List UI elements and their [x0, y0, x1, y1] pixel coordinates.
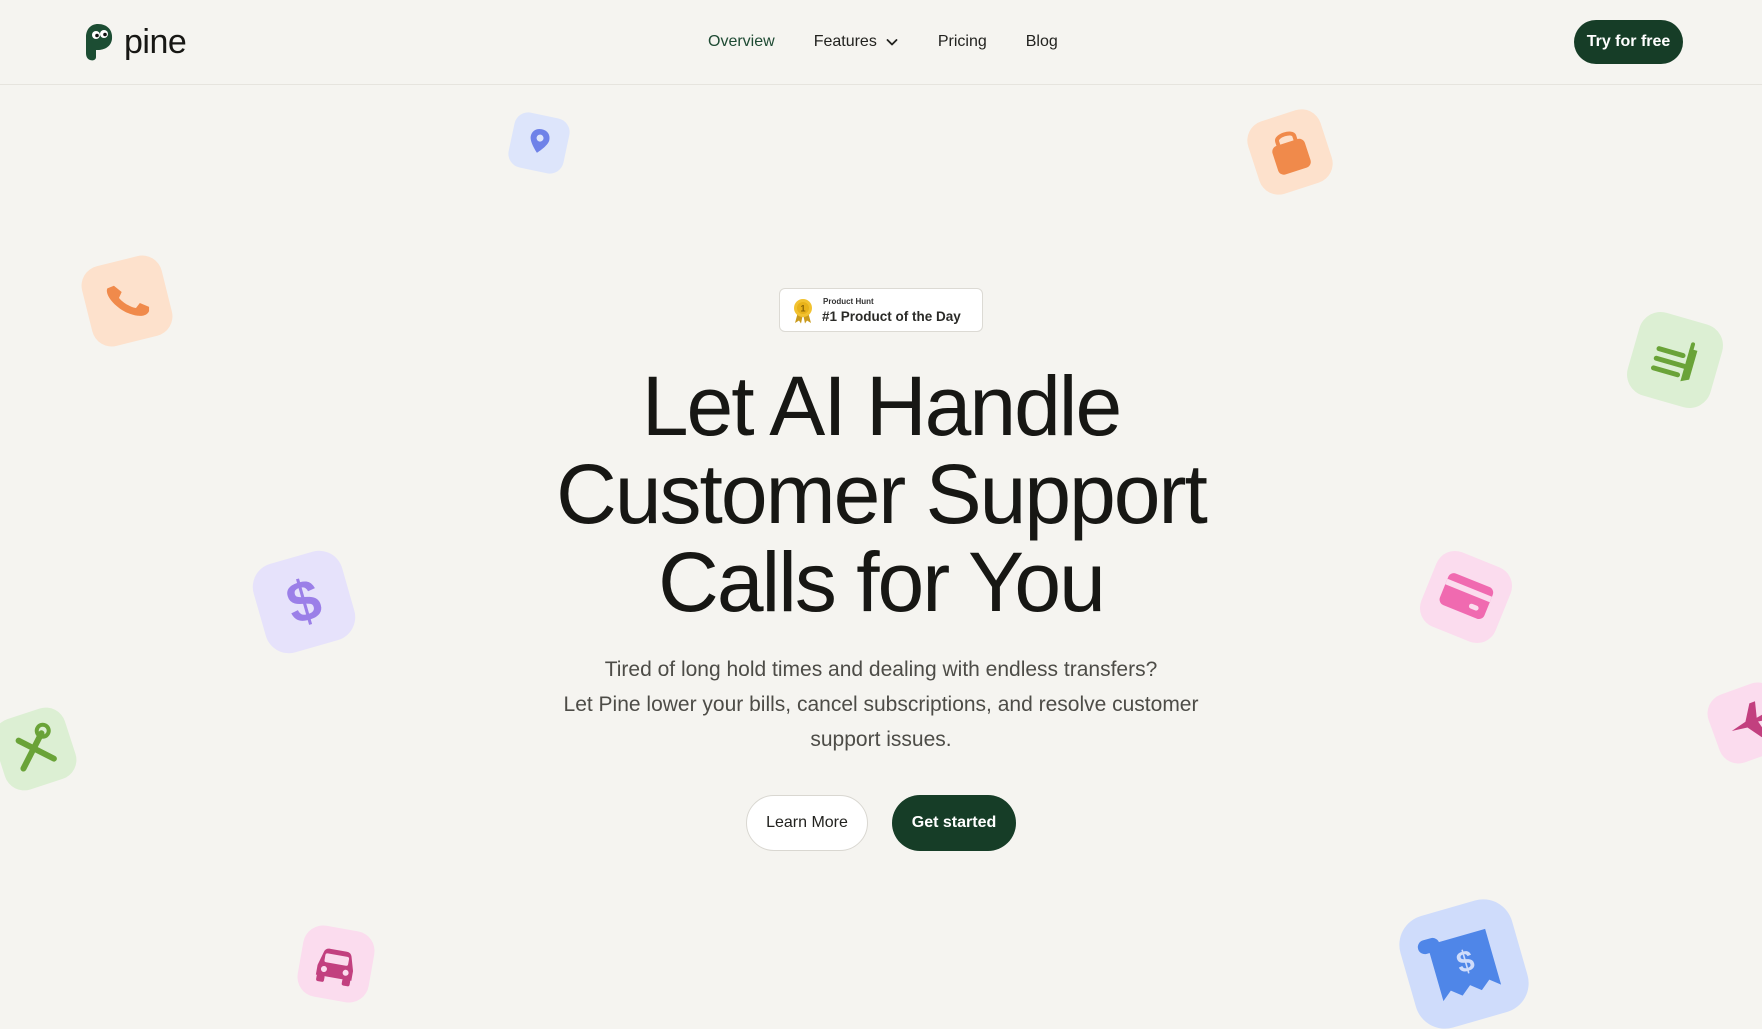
car-icon [297, 925, 375, 1003]
credit-card-tile [1414, 545, 1518, 649]
shopping-bag-tile [1242, 104, 1338, 200]
main-nav: Overview Features Pricing Blog [708, 30, 1058, 54]
badge-title: #1 Product of the Day [822, 309, 961, 324]
svg-text:1: 1 [800, 304, 805, 314]
subtext-line: Let Pine lower your bills, cancel subscr… [563, 693, 1199, 716]
nav-blog-label: Blog [1025, 33, 1058, 50]
chevron-down-icon [886, 39, 898, 46]
phone-tile [76, 250, 178, 352]
headline-line: Customer Support [556, 447, 1208, 541]
dollar-icon: $ [252, 550, 356, 654]
headline-line: Let AI Handle [641, 359, 1122, 453]
hero-headline: Let AI Handle Customer Support Calls for… [381, 362, 1381, 626]
badge-source: Product Hunt [823, 297, 874, 306]
airplane-tile [1700, 675, 1762, 771]
phone-icon [81, 255, 173, 347]
nav-overview[interactable]: Overview [708, 30, 775, 54]
pine-logo-icon [86, 24, 113, 61]
car-tile [292, 920, 380, 1008]
get-started-button[interactable]: Get started [892, 795, 1016, 851]
credit-card-icon [1419, 550, 1513, 644]
shopping-bag-icon [1247, 109, 1333, 195]
dollar-tile: $ [244, 542, 364, 662]
tools-tile [0, 700, 84, 798]
product-hunt-badge[interactable]: 1 Product Hunt #1 Product of the Day [779, 288, 983, 332]
try-for-free-button[interactable]: Try for free [1574, 20, 1683, 64]
food-delivery-icon [1627, 312, 1723, 408]
brand-logo[interactable]: pine [82, 22, 187, 62]
food-delivery-tile [1620, 305, 1730, 415]
landing-page: pine Overview Features Pricing Blog Try … [0, 0, 1762, 1029]
nav-pricing[interactable]: Pricing [938, 30, 987, 54]
brand-name: pine [124, 23, 187, 61]
nav-features-label: Features [813, 33, 877, 50]
airplane-icon [1707, 682, 1762, 764]
award-medal-icon: 1 [794, 299, 812, 324]
location-pin-icon [508, 112, 570, 174]
tools-icon [0, 707, 77, 791]
headline-line: Calls for You [658, 535, 1106, 629]
nav-overview-label: Overview [708, 33, 775, 50]
subtext-line: Tired of long hold times and dealing wit… [604, 658, 1158, 681]
subtext-line: support issues. [810, 728, 952, 751]
receipt-tile: $ [1390, 890, 1538, 1029]
location-pin-tile [506, 110, 572, 176]
receipt-icon: $ [1399, 899, 1529, 1029]
nav-pricing-label: Pricing [937, 33, 987, 50]
top-navbar: pine Overview Features Pricing Blog Try … [0, 0, 1762, 85]
learn-more-button[interactable]: Learn More [746, 795, 868, 851]
nav-features[interactable]: Features [814, 30, 899, 54]
nav-blog[interactable]: Blog [1026, 30, 1058, 54]
hero-subtext: Tired of long hold times and dealing wit… [481, 652, 1281, 757]
